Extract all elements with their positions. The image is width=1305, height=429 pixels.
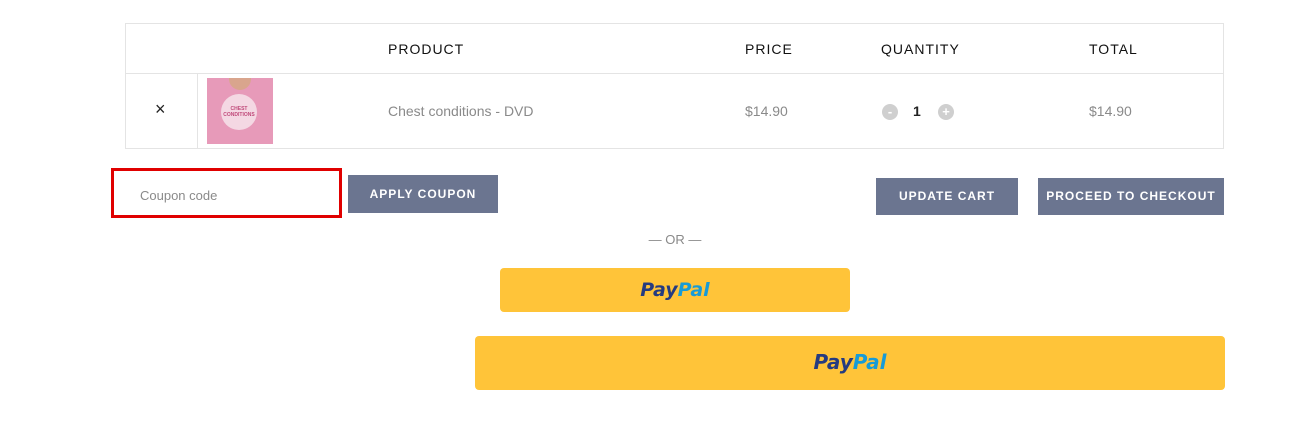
thumbnail-figure (229, 78, 251, 90)
apply-coupon-button[interactable]: APPLY COUPON (348, 175, 498, 213)
paypal-logo: PayPal (640, 279, 709, 301)
product-price: $14.90 (745, 103, 788, 119)
product-name-link[interactable]: Chest conditions - DVD (388, 103, 534, 119)
paypal-express-button[interactable]: PayPal (475, 336, 1225, 390)
quantity-minus-button[interactable]: - (882, 104, 898, 120)
paypal-logo: PayPal (813, 350, 886, 374)
thumbnail-label: CHEST CONDITIONS (223, 106, 255, 118)
paypal-logo-pal: Pal (677, 279, 710, 301)
thumbnail-badge: CHEST CONDITIONS (221, 94, 257, 130)
remove-cell: × (126, 73, 198, 149)
product-total: $14.90 (1089, 103, 1132, 119)
remove-item-icon[interactable]: × (155, 99, 166, 120)
cart-table: PRODUCT PRICE QUANTITY TOTAL × CHEST CON… (125, 23, 1224, 149)
table-header: PRODUCT PRICE QUANTITY TOTAL (126, 24, 1223, 74)
header-product: PRODUCT (388, 41, 465, 57)
paypal-logo-pay: Pay (813, 350, 853, 374)
update-cart-button[interactable]: UPDATE CART (876, 178, 1018, 215)
coupon-highlight (111, 168, 342, 218)
or-separator: — OR — (648, 232, 702, 247)
coupon-code-input[interactable] (124, 180, 332, 210)
paypal-button[interactable]: PayPal (500, 268, 850, 312)
header-quantity: QUANTITY (881, 41, 960, 57)
header-total: TOTAL (1089, 41, 1138, 57)
quantity-value[interactable]: 1 (913, 103, 921, 119)
quantity-plus-button[interactable]: + (938, 104, 954, 120)
product-thumbnail[interactable]: CHEST CONDITIONS (207, 78, 273, 144)
table-row: × CHEST CONDITIONS Chest conditions - DV… (126, 73, 1223, 149)
paypal-logo-pay: Pay (640, 279, 678, 301)
header-price: PRICE (745, 41, 793, 57)
paypal-logo-pal: Pal (852, 350, 887, 374)
proceed-to-checkout-button[interactable]: PROCEED TO CHECKOUT (1038, 178, 1224, 215)
